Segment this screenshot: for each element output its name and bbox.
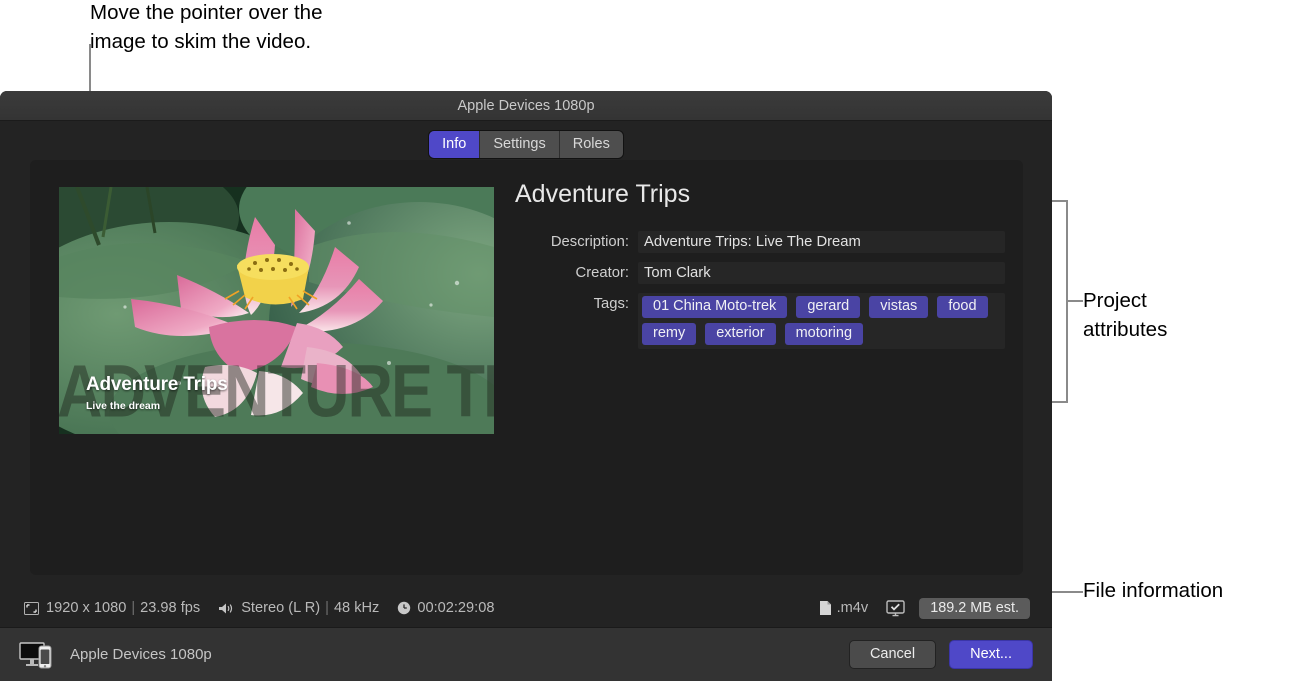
tag-item[interactable]: exterior (705, 323, 776, 345)
tag-item[interactable]: gerard (796, 296, 861, 318)
tag-item[interactable]: food (937, 296, 988, 318)
tags-field[interactable]: 01 China Moto-trek gerard vistas food re… (638, 293, 1005, 349)
tag-item[interactable]: vistas (869, 296, 929, 318)
clock-icon (397, 601, 411, 615)
tags-row: Tags: 01 China Moto-trek gerard vistas f… (515, 293, 1005, 349)
duration-value: 00:02:29:08 (417, 600, 495, 616)
tag-item[interactable]: 01 China Moto-trek (642, 296, 788, 318)
creator-field[interactable]: Tom Clark (638, 262, 1005, 284)
export-dialog-window: Apple Devices 1080p Info Settings Roles (0, 91, 1052, 681)
tab-group: Info Settings Roles (429, 130, 623, 158)
file-information-bar: 1920 x 1080 | 23.98 fps Stereo (L R) | 4… (0, 589, 1052, 627)
tab-roles[interactable]: Roles (559, 130, 623, 158)
thumbnail-overlay-title: Adventure Trips (86, 374, 228, 395)
speaker-icon (218, 602, 234, 615)
status-separator: | (131, 600, 136, 616)
callout-skim-video: Move the pointer over the image to skim … (90, 1, 323, 53)
video-thumbnail-skimmer[interactable]: ADVENTURE TRIPS Adventure Trips Live the… (59, 187, 494, 434)
description-row: Description: Adventure Trips: Live The D… (515, 231, 1005, 253)
sample-rate-value: 48 kHz (333, 600, 380, 616)
tab-bar: Info Settings Roles (0, 121, 1052, 164)
audio-value: Stereo (L R) (241, 600, 321, 616)
project-attributes: Adventure Trips Description: Adventure T… (515, 180, 1005, 358)
description-field[interactable]: Adventure Trips: Live The Dream (638, 231, 1005, 253)
size-estimate-badge: 189.2 MB est. (919, 597, 1030, 619)
fps-value: 23.98 fps (140, 600, 201, 616)
document-icon (819, 600, 832, 616)
callout-bracket-stub (1066, 300, 1083, 302)
callout-leader-file-information (1052, 591, 1083, 593)
resolution-value: 1920 x 1080 (46, 600, 127, 616)
screenshot-root: Move the pointer over the image to skim … (0, 0, 1301, 681)
window-titlebar: Apple Devices 1080p (0, 91, 1052, 121)
frame-icon (24, 601, 39, 615)
cancel-button[interactable]: Cancel (848, 640, 937, 669)
dialog-footer: Apple Devices 1080p Cancel Next... (0, 627, 1052, 681)
next-button[interactable]: Next... (949, 640, 1033, 669)
info-panel: ADVENTURE TRIPS Adventure Trips Live the… (30, 160, 1023, 575)
status-separator: | (325, 600, 329, 616)
callout-file-information: File information (1083, 579, 1224, 602)
footer-device-label: Apple Devices 1080p (70, 646, 212, 663)
callout-project-attributes: Project attributes (1083, 289, 1168, 341)
creator-label: Creator: (575, 265, 629, 281)
computer-and-phone-icon (18, 639, 58, 671)
tab-info[interactable]: Info (429, 130, 481, 158)
file-extension-value: .m4v (836, 600, 869, 616)
description-label: Description: (550, 234, 629, 250)
creator-row: Creator: Tom Clark (515, 262, 1005, 284)
tag-item[interactable]: motoring (784, 323, 864, 345)
tags-label: Tags: (593, 296, 629, 312)
page-title: Adventure Trips (515, 180, 691, 208)
window-title: Apple Devices 1080p (457, 97, 595, 114)
thumbnail-overlay-subtitle: Live the dream (86, 400, 161, 412)
tab-settings[interactable]: Settings (480, 130, 560, 158)
tag-item[interactable]: remy (642, 323, 697, 345)
display-check-icon (886, 599, 905, 617)
